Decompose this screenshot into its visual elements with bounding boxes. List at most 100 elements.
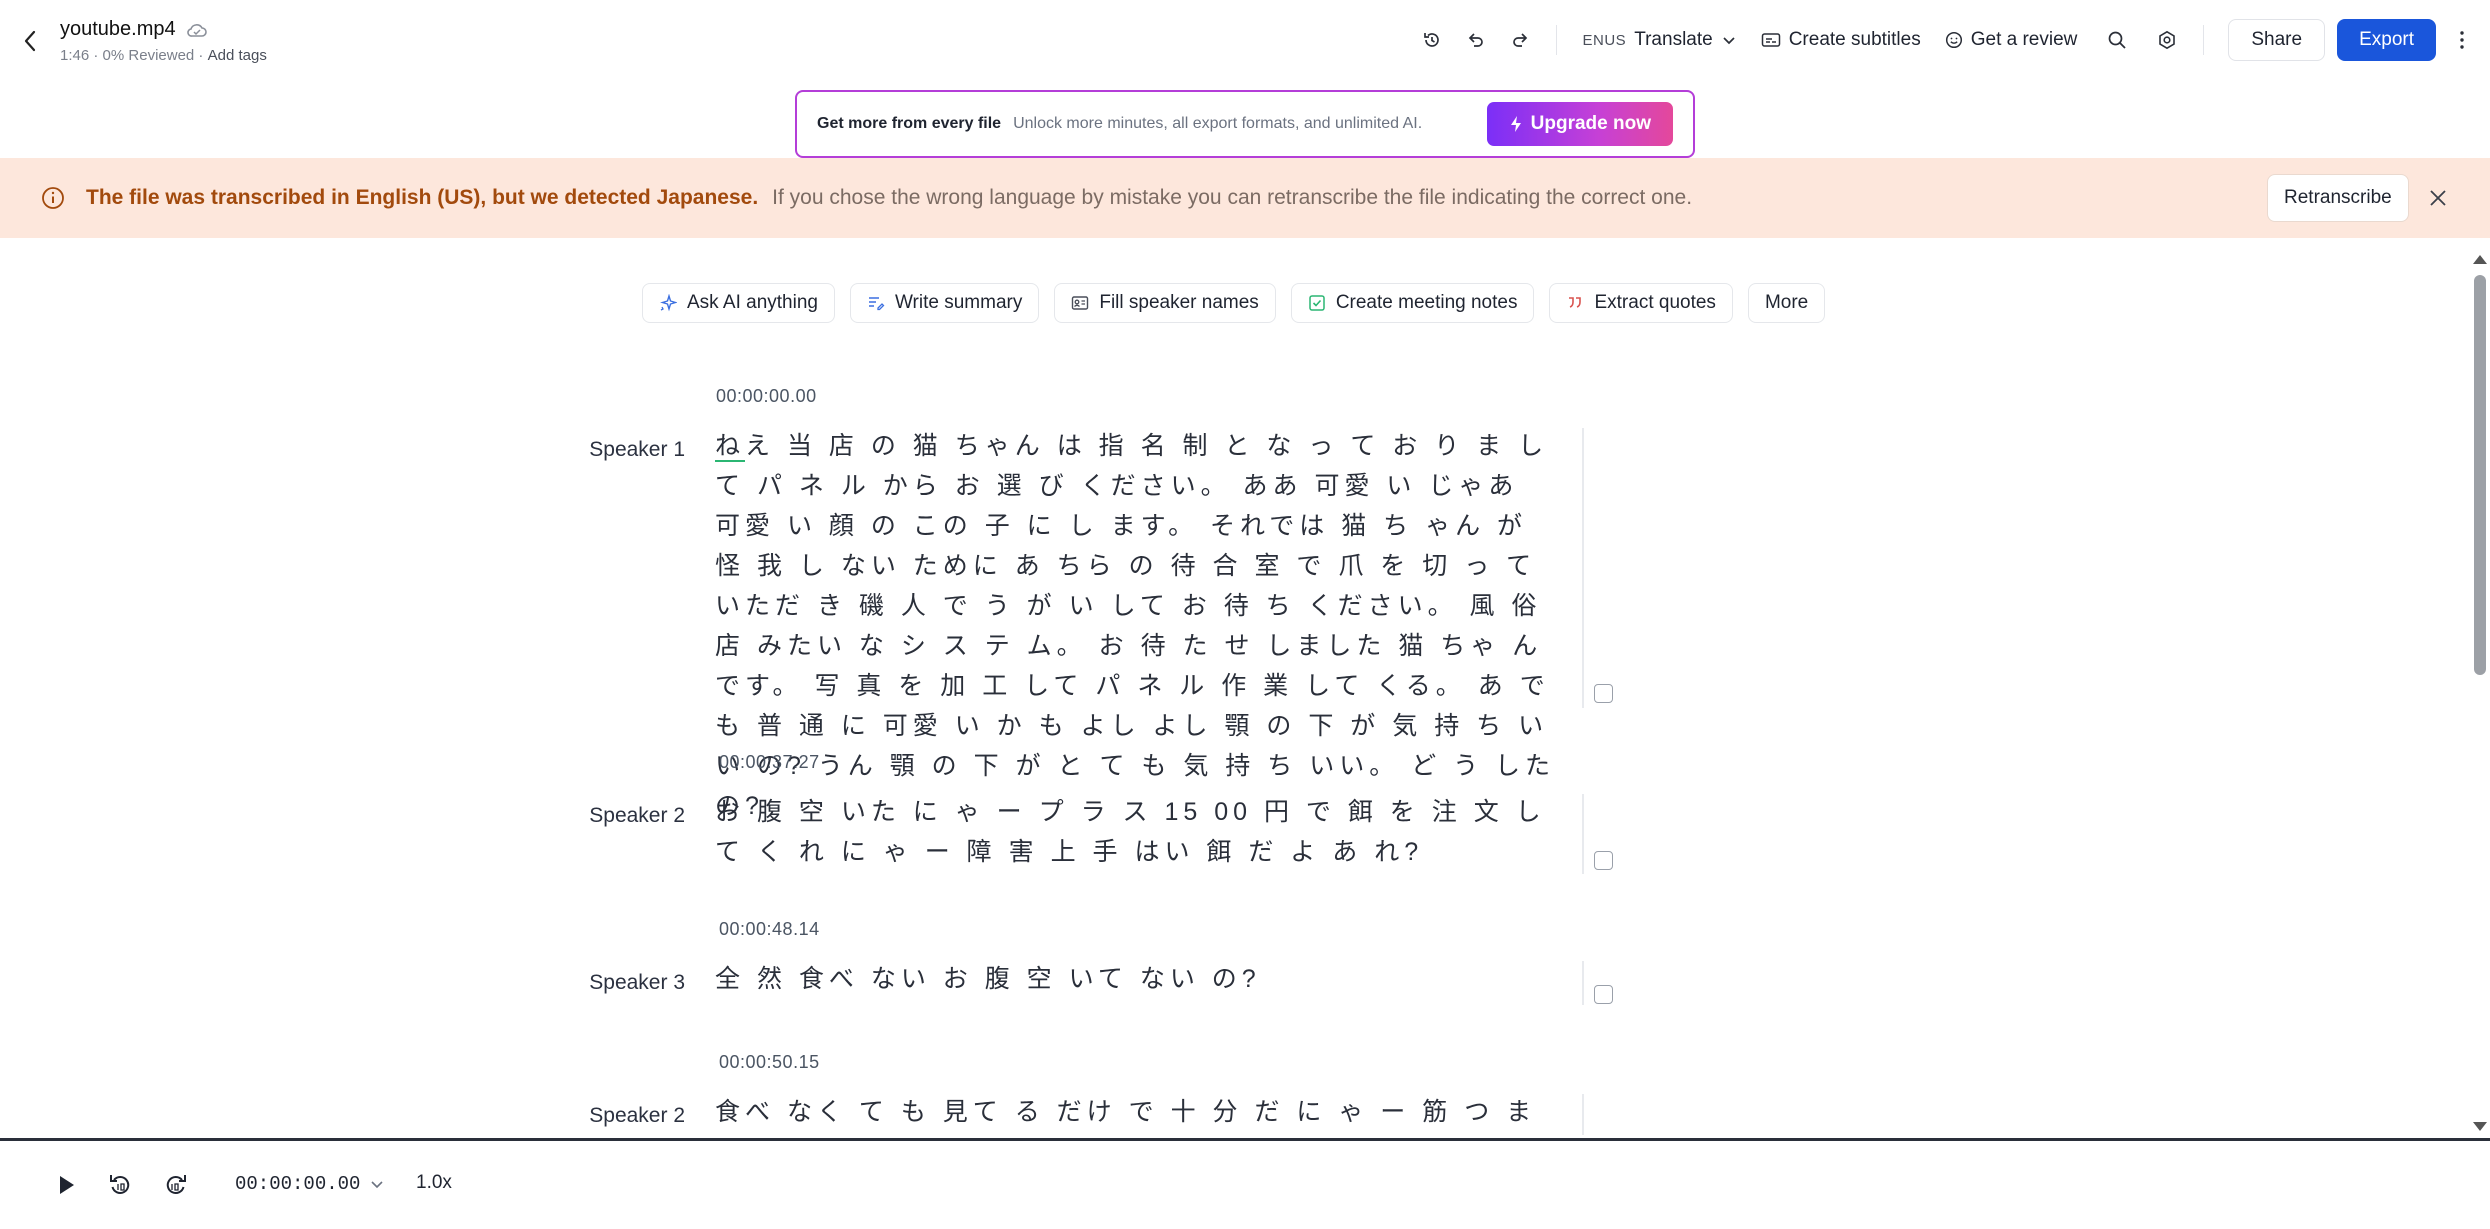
get-review-label: Get a review — [1970, 29, 2078, 50]
extract-quotes-label: Extract quotes — [1594, 292, 1716, 313]
toolbar: ENUS Translate Create subtitles Get a re… — [1410, 16, 2490, 64]
fill-speaker-names-button[interactable]: Fill speaker names — [1054, 283, 1276, 323]
more-ai-button[interactable]: More — [1747, 283, 1826, 323]
current-word[interactable]: ね — [715, 432, 746, 462]
file-subline: 1:46 · 0% Reviewed · Add tags — [60, 47, 267, 64]
upgrade-promo: Get more from every file Unlock more min… — [795, 90, 1695, 158]
file-duration: 1:46 — [60, 47, 90, 64]
upgrade-now-button[interactable]: Upgrade now — [1486, 102, 1673, 146]
player-bar: 00:00:00.00 1.0x — [0, 1141, 2490, 1229]
forward-icon — [166, 1175, 186, 1194]
ask-ai-button[interactable]: Ask AI anything — [642, 283, 835, 323]
more-options-button[interactable] — [2442, 18, 2482, 62]
back-button[interactable] — [18, 26, 42, 56]
chevron-left-icon — [24, 30, 36, 52]
history-button[interactable] — [1410, 18, 1454, 62]
promo-text: Unlock more minutes, all export formats,… — [1013, 115, 1423, 132]
extract-quotes-button[interactable]: Extract quotes — [1549, 283, 1733, 323]
promo-title: Get more from every file — [817, 115, 1002, 132]
file-name[interactable]: youtube.mp4 — [60, 18, 176, 41]
segment-text[interactable]: 全 然 食べ ない お 腹 空 いて ない の? — [715, 959, 1560, 999]
undo-icon — [1468, 33, 1483, 47]
language-code: ENUS — [1582, 31, 1627, 49]
segment-timestamp[interactable]: 00:00:00.00 — [716, 386, 817, 407]
segment-timestamp[interactable]: 00:00:50.15 — [719, 1052, 820, 1073]
undo-button[interactable] — [1454, 18, 1498, 62]
segment-divider — [1582, 1094, 1584, 1135]
close-banner-button[interactable] — [2424, 184, 2452, 212]
segment-text[interactable]: 食べ なく て も 見て る だけ で 十 分 だ に ゃ ー 筋 つ ま 合 … — [715, 1092, 1560, 1135]
add-tags-link[interactable]: Add tags — [208, 47, 267, 64]
segment-divider — [1582, 794, 1584, 874]
scroll-up-arrow-icon[interactable] — [2473, 255, 2487, 264]
scroll-down-arrow-icon[interactable] — [2473, 1122, 2487, 1131]
create-meeting-notes-button[interactable]: Create meeting notes — [1290, 283, 1535, 323]
fill-speaker-names-label: Fill speaker names — [1099, 292, 1259, 313]
write-summary-label: Write summary — [894, 292, 1023, 313]
ask-ai-label: Ask AI anything — [687, 292, 818, 313]
translate-label: Translate — [1634, 29, 1713, 50]
redo-button[interactable] — [1498, 18, 1542, 62]
close-icon — [2430, 190, 2446, 206]
segment-divider — [1582, 428, 1584, 708]
kebab-icon — [2460, 31, 2464, 49]
info-icon — [42, 187, 64, 209]
segment-review-checkbox[interactable] — [1594, 985, 1613, 1004]
chevron-down-icon — [1723, 37, 1735, 45]
speaker-label[interactable]: Speaker 3 — [0, 971, 685, 995]
get-review-button[interactable]: Get a review — [1933, 18, 2090, 62]
playback-time-selector[interactable]: 00:00:00.00 — [235, 1173, 384, 1195]
reviewed-status: 0% Reviewed — [102, 47, 195, 64]
quote-icon — [1569, 297, 1582, 308]
search-button[interactable] — [2095, 18, 2139, 62]
segment-review-checkbox[interactable] — [1594, 851, 1613, 870]
playback-speed[interactable]: 1.0x — [416, 1172, 452, 1194]
play-button[interactable] — [48, 1167, 84, 1203]
rewind-button[interactable] — [102, 1167, 138, 1203]
toolbar-divider — [2203, 25, 2205, 55]
speaker-label[interactable]: Speaker 2 — [0, 1104, 685, 1128]
sparkle-icon — [660, 294, 677, 312]
segment-text[interactable]: ねえ 当 店 の 猫 ちゃん は 指 名 制 と な っ て お り ま し て… — [715, 426, 1560, 826]
separator-dot: · — [194, 47, 208, 64]
create-subtitles-button[interactable]: Create subtitles — [1749, 18, 1933, 62]
history-icon — [1423, 33, 1439, 47]
speaker-label[interactable]: Speaker 2 — [0, 804, 685, 828]
search-icon — [2109, 31, 2127, 49]
redo-icon — [1512, 33, 1527, 47]
transcript-area: 00:00:00.00 Speaker 1 ねえ 当 店 の 猫 ちゃん は 指… — [0, 370, 2470, 1135]
id-card-icon — [1072, 296, 1089, 310]
playback-time: 00:00:00.00 — [235, 1173, 361, 1195]
cloud-icon — [186, 22, 208, 38]
write-summary-button[interactable]: Write summary — [849, 283, 1040, 323]
segment-text[interactable]: お 腹 空 いた に ゃ ー プ ラ ス 15 00 円 で 餌 を 注 文 し… — [715, 792, 1560, 872]
ai-actions: Ask AI anything Write summary Fill speak… — [642, 283, 1826, 323]
segment-timestamp[interactable]: 00:00:48.14 — [719, 919, 820, 940]
warning-text: If you chose the wrong language by mista… — [772, 186, 1693, 209]
share-button[interactable]: Share — [2228, 19, 2326, 61]
settings-button[interactable] — [2145, 18, 2189, 62]
speaker-label[interactable]: Speaker 1 — [0, 438, 685, 462]
smile-icon — [1945, 31, 1962, 49]
segment-text-body: え 当 店 の 猫 ちゃん は 指 名 制 と な っ て お り ま し て … — [715, 432, 1556, 820]
scrollbar-thumb[interactable] — [2474, 275, 2486, 675]
play-icon — [60, 1176, 74, 1194]
segment-timestamp[interactable]: 00:00:37.27 — [719, 752, 820, 773]
translate-button[interactable]: ENUS Translate — [1571, 18, 1749, 62]
rewind-icon — [110, 1175, 130, 1194]
segment-review-checkbox[interactable] — [1594, 684, 1613, 703]
lightning-icon — [1510, 116, 1521, 132]
separator-dot: · — [89, 47, 103, 64]
checkbox-icon — [1309, 295, 1325, 311]
create-subtitles-label: Create subtitles — [1788, 29, 1921, 50]
forward-button[interactable] — [158, 1167, 194, 1203]
retranscribe-button[interactable]: Retranscribe — [2267, 174, 2409, 222]
export-button[interactable]: Export — [2337, 19, 2436, 61]
summary-icon — [868, 297, 885, 311]
top-bar: youtube.mp4 1:46 · 0% Reviewed · Add tag… — [0, 0, 2490, 82]
create-meeting-notes-label: Create meeting notes — [1335, 292, 1518, 313]
file-meta: youtube.mp4 1:46 · 0% Reviewed · Add tag… — [60, 18, 267, 64]
subtitles-icon — [1761, 33, 1780, 47]
warning-strong-text: The file was transcribed in English (US)… — [86, 186, 759, 209]
gear-icon — [2159, 30, 2176, 50]
